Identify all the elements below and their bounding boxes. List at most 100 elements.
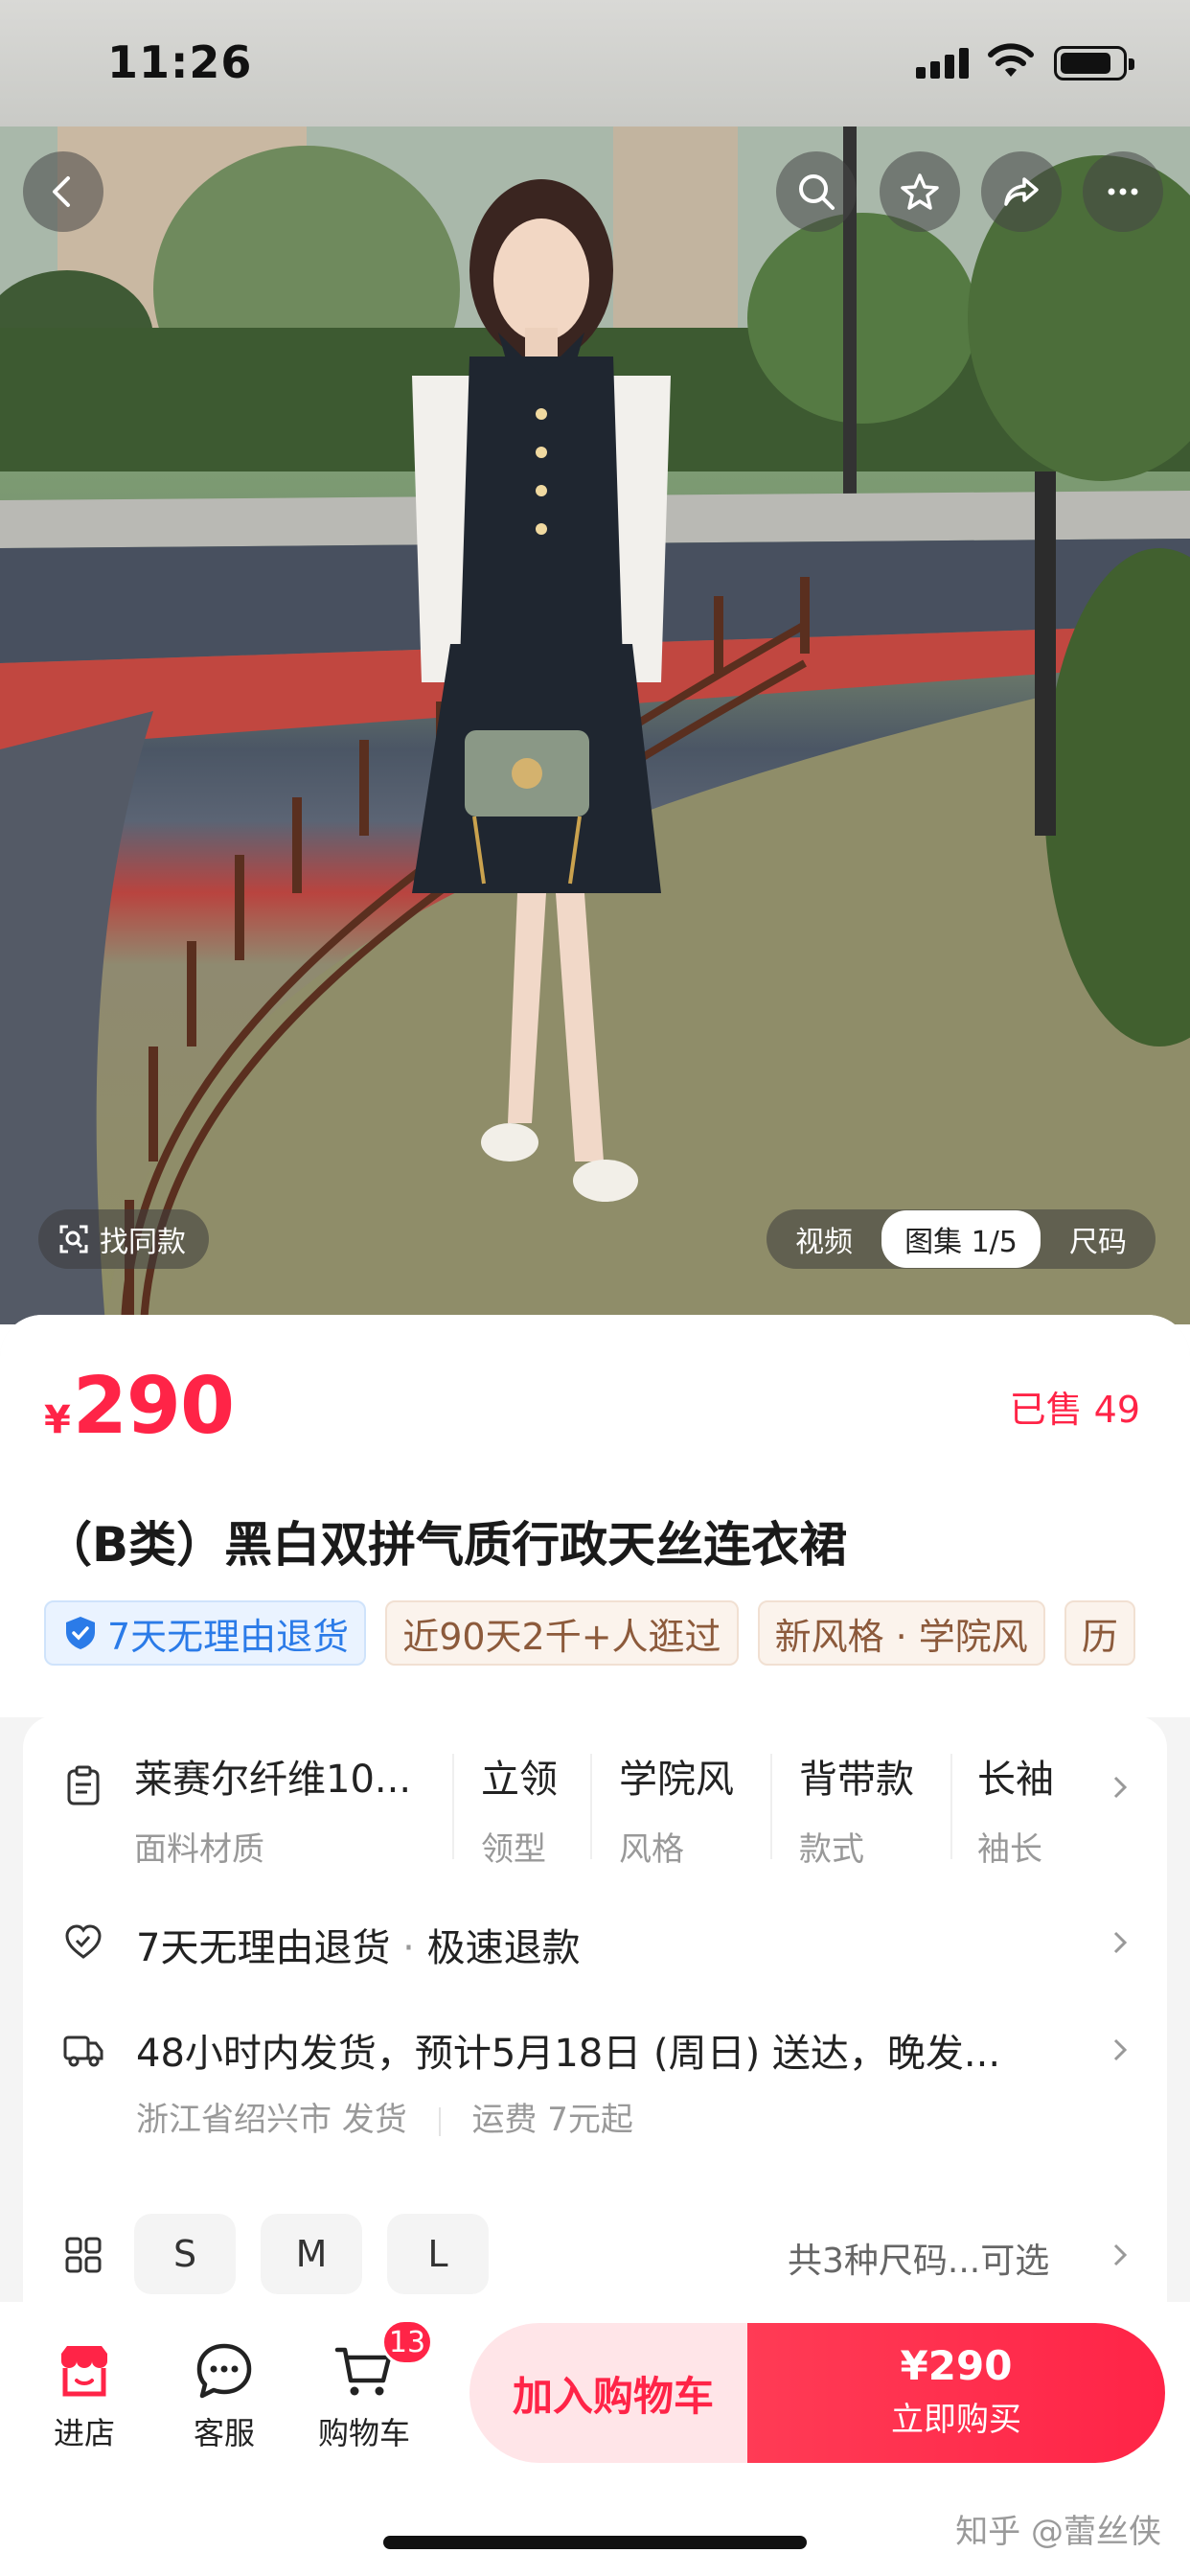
shipping-meta: 浙江省绍兴市 发货 运费 7元起 [136, 2093, 633, 2140]
back-icon [53, 176, 70, 207]
shipping-row[interactable]: 48小时内发货，预计5月18日 (周日) 送达，晚发... 浙江省绍兴市 发货 … [23, 2022, 1167, 2166]
tag-label: 新风格 · 学院风 [774, 1615, 1028, 1658]
wifi-icon [988, 43, 1034, 77]
more-button[interactable] [1083, 151, 1163, 232]
shipping-fee: 运费 7元起 [471, 2101, 633, 2139]
share-icon [1004, 177, 1039, 206]
attr-material: 莱赛尔纤维10... 面料材质 [134, 1748, 411, 1870]
product-info: ¥ 290 已售 49 （B类）黑白双拼气质行政天丝连衣裙 7天无理由退货 近9… [0, 1315, 1190, 2338]
buy-label: 立即购买 [891, 2401, 1021, 2439]
bottom-action-bar: 进店 客服 购物车 13 加入购物车 ¥290 立即购买 知乎 @蕾丝侠 [0, 2302, 1190, 2576]
attr-collar: 立领 领型 [481, 1748, 558, 1870]
returns-separator: · [390, 1926, 427, 1970]
tag-return-policy[interactable]: 7天无理由退货 [44, 1600, 367, 1666]
search-icon [799, 174, 835, 210]
cart-label: 购物车 [317, 2415, 410, 2451]
service-label: 客服 [193, 2415, 255, 2451]
product-title: （B类）黑白双拼气质行政天丝连衣裙 [44, 1517, 848, 1573]
chevron-right-icon [1113, 1776, 1128, 1799]
clipboard-icon [67, 1765, 100, 1806]
attr-value: 长袖 [977, 1758, 1054, 1802]
buy-now-button[interactable]: ¥290 立即购买 [747, 2323, 1165, 2463]
price-currency: ¥ [44, 1398, 71, 1442]
shop-button[interactable]: 进店 [27, 2340, 142, 2453]
attr-key: 风格 [619, 1830, 684, 1869]
truck-icon [63, 2036, 103, 2067]
cart-count-badge: 13 [381, 2319, 433, 2365]
returns-main: 7天无理由退货 [136, 1926, 391, 1970]
tag-label: 历 [1081, 1615, 1118, 1658]
shipping-main: 48小时内发货，预计5月18日 (周日) 送达，晚发... [136, 2032, 1001, 2076]
product-image[interactable]: 找同款 视频 图集 1/5 尺码 [0, 126, 1190, 1324]
size-option-m[interactable]: M [261, 2214, 362, 2294]
price-value: 290 [72, 1361, 235, 1452]
scan-icon [59, 1225, 88, 1254]
attributes-row[interactable]: 莱赛尔纤维10... 面料材质 立领 领型 学院风 风格 背带款 款式 长袖 袖… [23, 1748, 1167, 1873]
chat-icon [196, 2343, 252, 2399]
chevron-right-icon [1113, 1931, 1128, 1954]
size-row[interactable]: S M L 共3种尺码...可选 [23, 2214, 1167, 2300]
attr-value: 莱赛尔纤维10... [134, 1758, 412, 1802]
back-button[interactable] [23, 151, 103, 232]
signal-icon [916, 48, 970, 79]
shop-label: 进店 [53, 2415, 115, 2451]
customer-service-button[interactable]: 客服 [167, 2340, 282, 2453]
watermark: 知乎 @蕾丝侠 [955, 2513, 1161, 2551]
buy-price: ¥290 [900, 2342, 1013, 2389]
attr-key: 款式 [799, 1830, 864, 1869]
find-same-button[interactable]: 找同款 [38, 1209, 209, 1269]
more-icon [1108, 188, 1138, 196]
tag-list: 7天无理由退货 近90天2千+人逛过 新风格 · 学院风 历 [44, 1600, 1146, 1668]
attr-sleeve: 长袖 袖长 [977, 1748, 1054, 1870]
tab-gallery[interactable]: 图集 1/5 [881, 1210, 1041, 1268]
home-indicator[interactable] [383, 2536, 807, 2549]
attr-style: 学院风 风格 [619, 1748, 734, 1870]
add-to-cart-button[interactable]: 加入购物车 [469, 2323, 757, 2463]
sold-count: 已售 49 [1009, 1389, 1140, 1431]
price: ¥ 290 [44, 1361, 235, 1452]
details-card: 莱赛尔纤维10... 面料材质 立领 领型 学院风 风格 背带款 款式 长袖 袖… [23, 1715, 1167, 2338]
shop-icon [61, 2346, 107, 2397]
tag-more[interactable]: 历 [1064, 1600, 1135, 1666]
favorite-button[interactable] [880, 151, 960, 232]
share-button[interactable] [981, 151, 1062, 232]
battery-icon [1054, 46, 1134, 80]
price-title-section: ¥ 290 已售 49 （B类）黑白双拼气质行政天丝连衣裙 7天无理由退货 近9… [0, 1315, 1190, 1717]
attr-key: 袖长 [977, 1830, 1042, 1869]
tab-size[interactable]: 尺码 [1069, 1218, 1148, 1260]
size-summary: 共3种尺码...可选 [788, 2242, 1050, 2281]
size-option-s[interactable]: S [134, 2214, 236, 2294]
divider [590, 1754, 592, 1859]
return-icon [65, 1924, 102, 1959]
attr-value: 背带款 [799, 1758, 914, 1802]
returns-row[interactable]: 7天无理由退货 · 极速退款 [23, 1913, 1167, 1999]
tag-visits[interactable]: 近90天2千+人逛过 [385, 1600, 739, 1666]
search-button[interactable] [776, 151, 857, 232]
chevron-right-icon [1113, 2038, 1128, 2061]
attr-type: 背带款 款式 [799, 1748, 914, 1870]
attr-key: 领型 [481, 1830, 546, 1869]
product-photo [0, 126, 1190, 1324]
attr-key: 面料材质 [134, 1830, 264, 1869]
shield-icon [66, 1617, 95, 1649]
divider [452, 1754, 454, 1859]
divider [770, 1754, 772, 1859]
size-option-l[interactable]: L [387, 2214, 489, 2294]
media-tabs: 视频 图集 1/5 尺码 [767, 1209, 1156, 1269]
tab-video[interactable]: 视频 [795, 1218, 853, 1260]
divider [950, 1754, 952, 1859]
tag-label: 近90天2千+人逛过 [402, 1615, 721, 1658]
status-bar: 11:26 [0, 0, 1190, 126]
find-same-label: 找同款 [100, 1226, 186, 1259]
attr-value: 学院风 [619, 1758, 734, 1802]
returns-text: 7天无理由退货 · 极速退款 [136, 1917, 581, 1972]
grid-icon [65, 2237, 102, 2273]
status-time: 11:26 [107, 36, 253, 88]
chevron-right-icon [1113, 2243, 1128, 2266]
attr-value: 立领 [481, 1758, 558, 1802]
tag-label: 7天无理由退货 [107, 1615, 350, 1658]
returns-extra: 极速退款 [426, 1926, 581, 1970]
star-icon [901, 173, 939, 210]
tag-style[interactable]: 新风格 · 学院风 [757, 1600, 1045, 1666]
divider [438, 2106, 441, 2136]
